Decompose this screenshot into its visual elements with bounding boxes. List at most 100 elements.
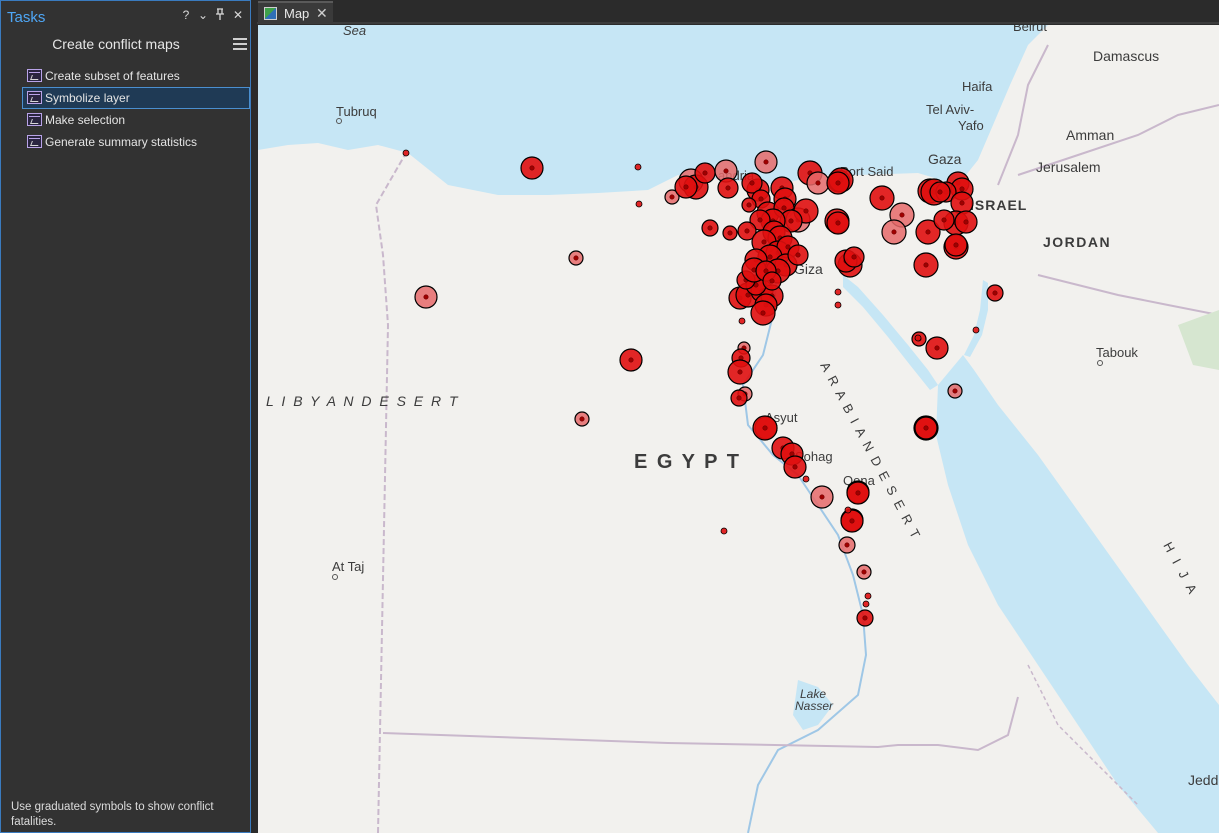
conflict-point-center [529, 165, 535, 171]
city-label-amman: Amman [1066, 127, 1114, 143]
conflict-point-center [761, 239, 767, 245]
conflict-point-center [849, 518, 855, 524]
city-label-damascus: Damascus [1093, 48, 1159, 64]
conflict-point-center [781, 205, 787, 211]
task-step-icon [27, 135, 42, 148]
hamburger-menu-icon[interactable] [233, 38, 247, 50]
conflict-point-center [628, 357, 634, 363]
conflict-point-center [862, 615, 868, 621]
city-label-haifa: Haifa [962, 79, 993, 94]
task-step-label: Symbolize layer [45, 91, 130, 105]
conflict-point[interactable] [844, 506, 852, 514]
task-step-list: Create subset of features Symbolize laye… [22, 65, 250, 153]
conflict-point-center [767, 254, 773, 260]
conflict-point-center [959, 200, 965, 206]
conflict-point-center [891, 229, 897, 235]
conflict-point-center [788, 218, 794, 224]
conflict-point-center [819, 494, 825, 500]
task-description: Use graduated symbols to show conflict f… [11, 801, 214, 828]
conflict-point[interactable] [834, 288, 842, 296]
task-step-summary-statistics[interactable]: Generate summary statistics [22, 131, 250, 153]
conflict-point[interactable] [802, 475, 810, 483]
conflict-point-center [992, 290, 998, 296]
conflict-point[interactable] [720, 527, 728, 535]
conflict-point-center [763, 159, 769, 165]
conflict-point-center [769, 278, 775, 284]
country-label-israel: ISRAEL [970, 197, 1027, 213]
city-label-jerusalem: Jerusalem [1036, 159, 1101, 175]
conflict-point-center [792, 464, 798, 470]
conflict-point-center [727, 230, 733, 236]
water-label-nasser: Nasser [795, 699, 834, 713]
conflict-point-center [683, 184, 689, 190]
conflict-point[interactable] [834, 301, 842, 309]
conflict-point-center [758, 196, 764, 202]
chevron-down-icon[interactable]: ⌄ [196, 8, 210, 24]
conflict-point[interactable] [635, 200, 643, 208]
arcgis-app: Tasks ? ⌄ ✕ Create conflict maps Create … [0, 0, 1219, 833]
tab-map[interactable]: Map ✕ [258, 1, 333, 23]
conflict-point-center [579, 416, 585, 422]
conflict-point-center [737, 369, 743, 375]
conflict-point[interactable] [864, 592, 872, 600]
conflict-point-center [855, 490, 861, 496]
conflict-point[interactable] [972, 326, 980, 334]
close-icon[interactable]: ✕ [231, 8, 245, 24]
conflict-point[interactable] [634, 163, 642, 171]
tab-map-label: Map [284, 6, 310, 21]
city-label-jeddah: Jedd [1188, 772, 1218, 788]
city-label-at-taj: At Taj [332, 559, 364, 574]
conflict-point-center [760, 310, 766, 316]
conflict-point-center [941, 217, 947, 223]
conflict-point-center [762, 425, 768, 431]
conflict-point-center [669, 194, 675, 200]
conflict-point-center [746, 202, 752, 208]
conflict-point-center [725, 185, 731, 191]
region-label-libyan-desert: L I B Y A N D E S E R T [266, 393, 460, 409]
task-step-symbolize-layer[interactable]: Symbolize layer [22, 87, 250, 109]
conflict-point[interactable] [402, 149, 410, 157]
conflict-point-center [757, 217, 763, 223]
conflict-point[interactable] [914, 334, 922, 342]
conflict-point-center [934, 345, 940, 351]
conflict-point-center [953, 242, 959, 248]
conflict-point-center [879, 195, 885, 201]
conflict-point[interactable] [862, 600, 870, 608]
help-icon[interactable]: ? [179, 8, 193, 24]
city-label-tubruq: Tubruq [336, 104, 377, 119]
conflict-point-center [861, 569, 867, 575]
country-label-egypt: E G Y P T [634, 451, 741, 473]
task-step-label: Generate summary statistics [45, 135, 198, 149]
tasks-pane-header: Tasks ? ⌄ ✕ [1, 1, 250, 31]
map-view[interactable]: Sea Beirut Damascus Haifa Tel Aviv- Yafo… [258, 25, 1219, 833]
task-step-create-subset[interactable]: Create subset of features [22, 65, 250, 87]
conflict-point-center [835, 180, 841, 186]
conflict-point-center [736, 395, 742, 401]
conflict-point-center [952, 388, 958, 394]
tab-close-icon[interactable]: ✕ [316, 5, 328, 22]
conflict-point-center [923, 425, 929, 431]
task-step-label: Make selection [45, 113, 126, 127]
conflict-point-center [923, 262, 929, 268]
conflict-point-center [749, 180, 755, 186]
map-canvas[interactable]: Sea Beirut Damascus Haifa Tel Aviv- Yafo… [258, 25, 1219, 833]
task-step-icon [27, 69, 42, 82]
sea-label: Sea [343, 25, 366, 38]
conflict-point-center [573, 255, 579, 261]
conflict-point-center [925, 229, 931, 235]
conflict-point-center [795, 252, 801, 258]
task-step-make-selection[interactable]: Make selection [22, 109, 250, 131]
conflict-point-center [745, 292, 751, 298]
conflict-point[interactable] [738, 317, 746, 325]
conflict-point-center [844, 542, 850, 548]
city-label-yafo: Yafo [958, 118, 984, 133]
conflict-point-center [744, 228, 750, 234]
pin-icon[interactable] [213, 8, 227, 24]
conflict-point-center [423, 294, 429, 300]
task-step-icon [27, 113, 42, 126]
conflict-point-center [851, 254, 857, 260]
task-step-icon [27, 91, 42, 104]
tasks-pane: Tasks ? ⌄ ✕ Create conflict maps Create … [0, 0, 251, 833]
city-label-gaza: Gaza [928, 151, 962, 167]
conflict-point-center [707, 225, 713, 231]
